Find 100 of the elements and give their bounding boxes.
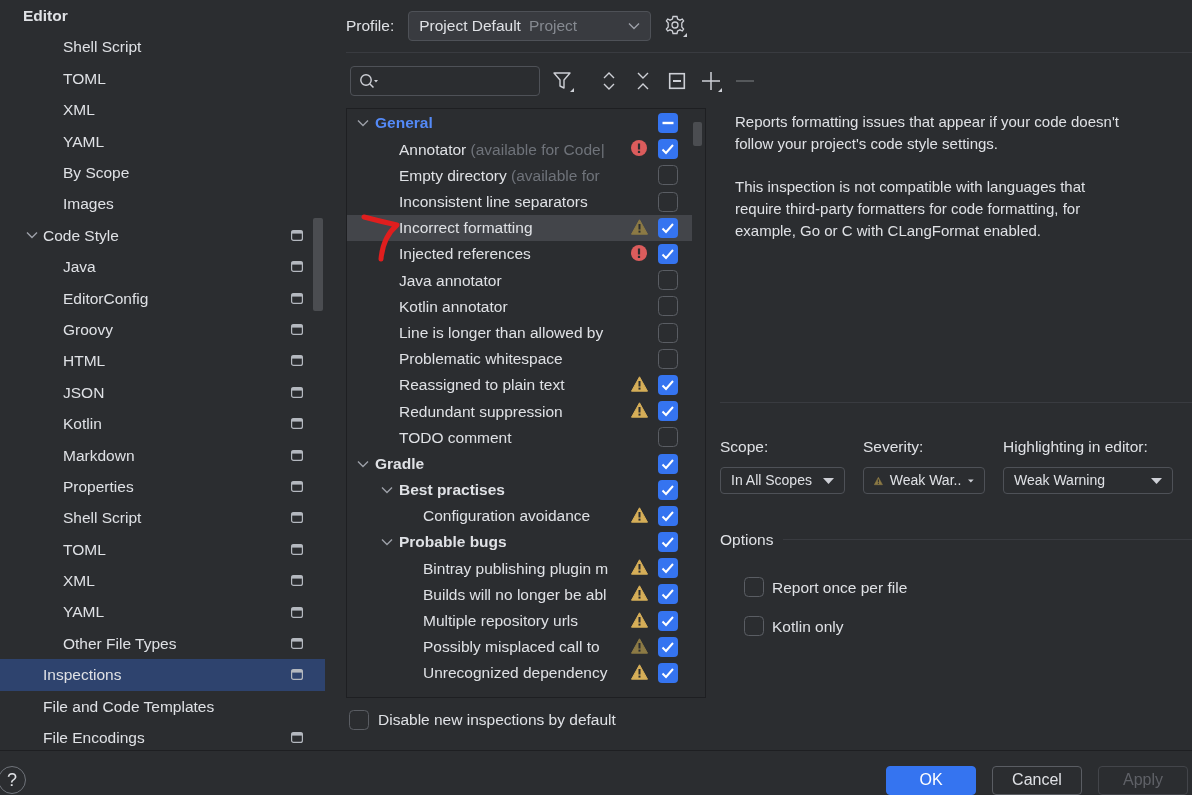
search-field[interactable] [350,65,540,96]
sidebar-item[interactable]: EditorConfig [0,282,325,314]
checkbox[interactable] [658,427,678,448]
checkbox[interactable] [658,532,678,553]
inspection-row[interactable]: Configuration avoidance [347,502,692,529]
checkbox[interactable] [658,191,678,212]
inspection-row[interactable]: Kotlin annotator [347,293,692,320]
sidebar-item[interactable]: Other File Types [0,627,325,660]
inspection-row[interactable]: Injected references [347,240,692,268]
sidebar-item[interactable]: Java [0,251,325,283]
checkbox[interactable] [349,709,369,730]
sidebar-item[interactable]: JSON [0,376,325,409]
add-icon[interactable] [700,69,722,92]
checkbox[interactable] [658,322,678,343]
sidebar-item[interactable]: Properties [0,470,325,503]
sidebar-item[interactable]: Images [0,188,325,220]
sidebar-item[interactable]: Kotlin [0,408,325,440]
profile-label: Profile: [346,16,395,37]
field-label: Highlighting in editor: [1003,437,1149,457]
checkbox[interactable] [658,584,678,605]
inspection-row[interactable]: Incorrect formatting [347,214,692,241]
checkbox[interactable] [658,636,678,657]
inspection-row[interactable]: Empty directory (available for [347,162,692,189]
dropdown[interactable]: Weak Warning [1003,467,1173,495]
checkbox[interactable] [658,165,678,186]
checkbox-label: Report once per file [772,577,908,598]
checkbox[interactable] [658,558,678,579]
checkbox[interactable] [658,453,678,474]
inspection-row[interactable]: Probable bugs [347,529,692,556]
sidebar-item[interactable]: XML [0,94,325,126]
checkbox[interactable] [658,374,678,395]
checkbox[interactable] [658,663,678,684]
sidebar-item[interactable]: TOML [0,533,325,566]
dropdown[interactable]: In All Scopes [720,467,845,495]
checkbox[interactable] [658,401,678,422]
sidebar-item[interactable]: Inspections [0,659,325,691]
chevron-down-icon[interactable] [381,485,393,494]
sidebar-item[interactable]: Editor [0,0,325,32]
checkbox-label: Kotlin only [772,616,844,637]
inspection-row[interactable]: Best practises [347,476,692,503]
sidebar-item[interactable]: By Scope [0,156,325,189]
checkbox[interactable] [658,610,678,631]
chevron-down-icon[interactable] [26,231,38,240]
checkbox[interactable] [658,505,678,526]
inspection-row[interactable]: Line is longer than allowed by [347,319,692,346]
inspection-row[interactable]: General [347,110,692,137]
sidebar-item[interactable]: Shell Script [0,502,325,534]
caret-icon [968,477,974,484]
settings-icon[interactable] [665,15,688,37]
inspection-row[interactable]: Builds will no longer be abl [347,581,692,608]
inspection-row[interactable]: Problematic whitespace [347,345,692,372]
inspection-row[interactable]: Unrecognized dependency [347,659,692,687]
checkbox[interactable] [658,217,678,238]
sidebar-item[interactable]: YAML [0,125,325,157]
inspection-row[interactable]: Redundant suppression [347,398,692,425]
sidebar-item[interactable]: XML [0,565,325,597]
dialog-button[interactable]: OK [886,765,976,795]
sidebar-item[interactable]: HTML [0,345,325,377]
sidebar-item[interactable]: Markdown [0,439,325,471]
inspection-row[interactable]: Java annotator [347,267,692,294]
inspection-row[interactable]: Inconsistent line separators [347,188,692,215]
sidebar-item[interactable]: File Encodings [0,722,325,750]
dialog-button[interactable]: Cancel [992,765,1082,795]
checkbox[interactable] [658,244,678,265]
sidebar-item[interactable]: Shell Script [0,31,325,63]
inspection-row[interactable]: TODO comment [347,424,692,451]
scrollbar-thumb[interactable] [693,122,702,146]
field-label: Severity: [863,437,925,457]
checkbox[interactable] [658,296,678,317]
filter-icon[interactable] [552,69,574,92]
chevron-down-icon[interactable] [357,459,369,468]
inspection-row[interactable]: Annotator (available for Code| [347,136,692,163]
description-text: This inspection is not compatible with languages that require third-party formatters for code formatting, for example, Go or C with CLangFormat enabled. [735,177,1087,241]
checkbox-label: Disable new inspections by default [378,710,616,730]
checkbox[interactable] [658,348,678,369]
search-icon [359,72,379,89]
inspection-row[interactable]: Bintray publishing plugin m [347,555,692,582]
sidebar-item[interactable]: File and Code Templates [0,690,325,722]
sidebar-item[interactable]: Code Style [0,219,325,252]
sidebar-item[interactable]: YAML [0,596,325,628]
caret-icon [823,477,834,484]
checkbox[interactable] [744,577,764,598]
chevron-down-icon[interactable] [357,119,369,128]
scrollbar-thumb[interactable] [313,218,323,311]
checkbox[interactable] [658,270,678,291]
sidebar-item[interactable]: Groovy [0,313,325,346]
chevron-down-icon[interactable] [381,538,393,547]
checkbox[interactable] [658,479,678,500]
inspection-row[interactable]: Reassigned to plain text [347,371,692,399]
inspection-row[interactable]: Possibly misplaced call to [347,633,692,660]
checkbox[interactable] [658,139,678,160]
sidebar-item[interactable]: TOML [0,62,325,95]
dropdown[interactable]: Weak War.. [863,467,985,495]
section-title: Options [720,530,774,551]
inspection-row[interactable]: Gradle [347,450,692,477]
checkbox[interactable] [744,616,764,637]
profile-dropdown[interactable]: Project Default Project [408,11,652,41]
chevron-down-icon [628,22,641,30]
inspection-row[interactable]: Multiple repository urls [347,607,692,634]
checkbox[interactable] [658,113,678,134]
